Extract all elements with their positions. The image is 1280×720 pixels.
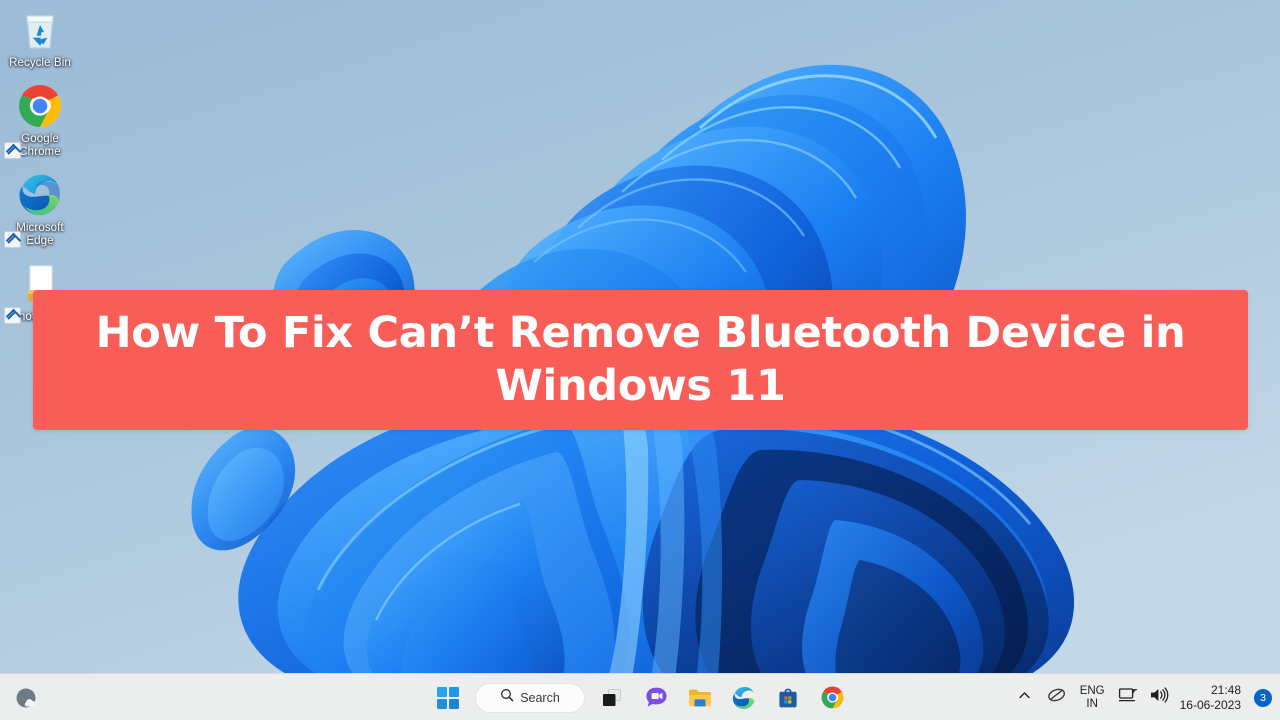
desktop-icon-google-chrome[interactable]: Google Chrome <box>4 82 76 159</box>
taskbar-item-file-explorer[interactable] <box>683 681 717 715</box>
windows-logo-icon <box>437 686 459 709</box>
taskbar-item-microsoft-store[interactable] <box>771 681 805 715</box>
system-tray: ENG IN 21:48 16-06-2023 3 <box>1014 674 1272 720</box>
language-line-1: ENG <box>1079 684 1105 697</box>
shortcut-overlay-icon <box>4 307 21 324</box>
tray-overflow-button[interactable] <box>1014 687 1036 709</box>
google-chrome-icon <box>820 685 845 710</box>
recycle-bin-icon <box>16 6 64 54</box>
shortcut-overlay-icon <box>4 142 21 159</box>
google-chrome-icon <box>16 82 64 130</box>
clock-time: 21:48 <box>1210 682 1241 697</box>
speaker-icon <box>1149 686 1169 709</box>
desktop-icon-label: Recycle Bin <box>9 57 71 69</box>
desktop-icon-microsoft-edge[interactable]: Microsoft Edge <box>4 171 76 248</box>
taskbar-item-chat[interactable] <box>639 681 673 715</box>
taskbar: Search ENG IN 21:48 16-06-2023 3 <box>0 673 1280 720</box>
start-button[interactable] <box>431 681 465 715</box>
microsoft-store-icon <box>776 686 800 710</box>
desktop-icon-recycle-bin[interactable]: Recycle Bin <box>4 6 76 70</box>
language-indicator[interactable]: ENG IN <box>1078 685 1107 711</box>
search-input[interactable]: Search <box>475 682 585 713</box>
task-view-icon <box>600 686 624 710</box>
chevron-up-icon <box>1018 689 1031 707</box>
file-explorer-icon <box>687 686 713 710</box>
desktop-icon-grid: Recycle Bin Google Chrome Microsoft Edge <box>4 6 80 336</box>
shortcut-overlay-icon <box>4 231 21 248</box>
language-line-2: IN <box>1086 697 1098 710</box>
notification-badge[interactable]: 3 <box>1254 688 1272 707</box>
taskbar-item-task-view[interactable] <box>595 681 629 715</box>
meet-now-button[interactable] <box>1047 686 1067 709</box>
taskbar-item-google-chrome[interactable] <box>815 681 849 715</box>
microsoft-edge-icon <box>16 171 64 219</box>
banner-title: How To Fix Can’t Remove Bluetooth Device… <box>95 308 1186 411</box>
taskbar-item-microsoft-edge[interactable] <box>727 681 761 715</box>
title-banner: How To Fix Can’t Remove Bluetooth Device… <box>33 290 1248 430</box>
desktop-screen: Recycle Bin Google Chrome Microsoft Edge… <box>0 0 1280 720</box>
microsoft-edge-icon <box>731 685 757 711</box>
volume-button[interactable] <box>1149 686 1169 709</box>
network-button[interactable] <box>1118 686 1138 709</box>
clock-button[interactable]: 21:48 16-06-2023 <box>1180 683 1243 713</box>
meet-now-icon <box>1047 686 1067 709</box>
search-icon <box>500 688 514 707</box>
chat-icon <box>644 685 669 710</box>
clock-date: 16-06-2023 <box>1179 697 1241 712</box>
search-label: Search <box>520 690 560 705</box>
network-icon <box>1118 686 1138 709</box>
